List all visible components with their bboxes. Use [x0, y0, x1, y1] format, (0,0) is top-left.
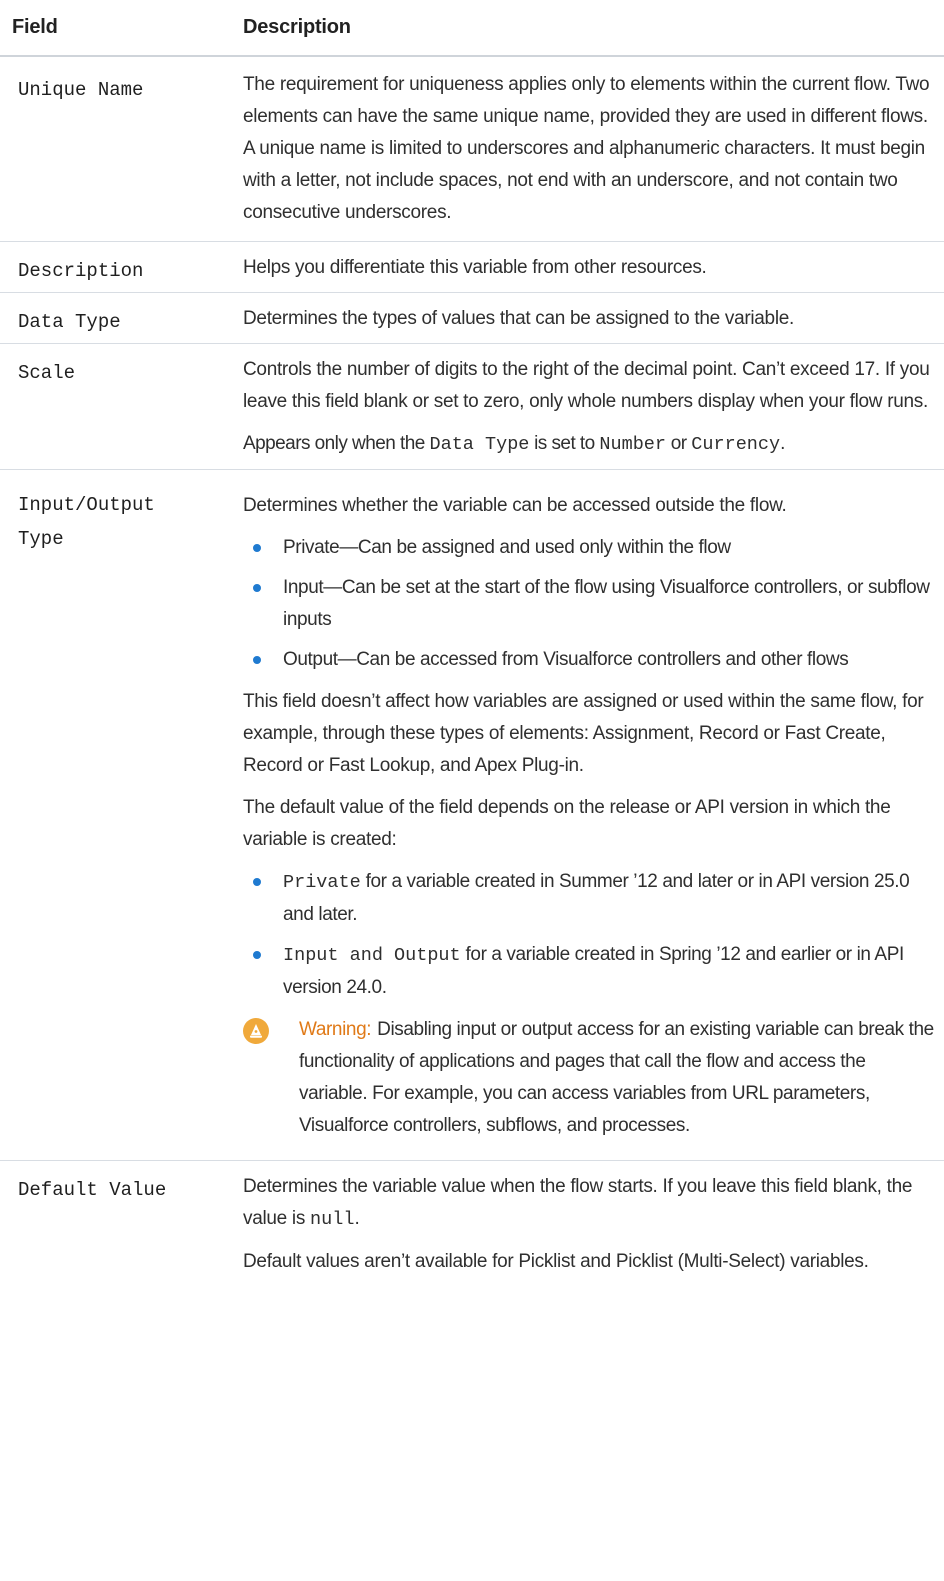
code-text: Private: [283, 872, 361, 893]
code-text: Data Type: [429, 434, 530, 455]
field-name: Data Type: [0, 292, 235, 344]
field-description: Controls the number of digits to the rig…: [235, 343, 944, 470]
bullet-icon: [253, 656, 261, 664]
defaults-bullet-list: Private for a variable created in Summer…: [243, 866, 936, 1004]
bullet-icon: [253, 951, 261, 959]
table-row: Unique Name The requirement for uniquene…: [0, 56, 944, 242]
description-text: Controls the number of digits to the rig…: [243, 359, 930, 412]
field-description: Determines the types of values that can …: [235, 292, 944, 344]
warning-icon: [243, 1018, 269, 1044]
text-run: .: [780, 433, 785, 454]
list-item: Private for a variable created in Summer…: [243, 866, 936, 931]
field-name: Description: [0, 241, 235, 293]
table-row: Data Type Determines the types of values…: [0, 292, 944, 344]
text-run: is set to: [529, 433, 600, 454]
field-description: Helps you differentiate this variable fr…: [235, 241, 944, 293]
description-text: Determines the types of values that can …: [243, 308, 794, 329]
fields-table: Field Description Unique Name The requir…: [0, 0, 944, 1298]
code-text: Number: [599, 434, 667, 455]
bullet-icon: [253, 878, 261, 886]
field-description: Determines whether the variable can be a…: [235, 469, 944, 1161]
description-text: The default value of the field depends o…: [243, 797, 891, 850]
code-text: Currency: [691, 434, 781, 455]
description-text: Appears only when the Data Type is set t…: [243, 428, 936, 461]
code-text: Input and Output: [283, 945, 461, 966]
description-text: Default values aren’t available for Pick…: [243, 1251, 869, 1272]
warning-text: Warning: Disabling input or output access…: [299, 1014, 936, 1142]
warning-label: Warning:: [299, 1019, 372, 1040]
field-name: Unique Name: [0, 56, 235, 242]
list-item: Input—Can be set at the start of the flo…: [243, 572, 936, 636]
text-run: .: [354, 1208, 360, 1229]
list-item-text: Output—Can be accessed from Visualforce …: [283, 649, 849, 670]
document-page: Field Description Unique Name The requir…: [0, 0, 944, 1581]
field-name: Scale: [0, 343, 235, 470]
table-header-row: Field Description: [0, 0, 944, 57]
table-row: Scale Controls the number of digits to t…: [0, 343, 944, 470]
list-item-text: for a variable created in Summer ’12 and…: [283, 871, 910, 925]
field-name: Input/Output Type: [0, 469, 235, 1161]
description-text: This field doesn’t affect how variables …: [243, 691, 924, 776]
table-row: Default Value Determines the variable va…: [0, 1161, 944, 1299]
table-row: Input/Output Type Determines whether the…: [0, 469, 944, 1161]
list-item-text: Private—Can be assigned and used only wi…: [283, 537, 731, 558]
description-text: The requirement for uniqueness applies o…: [243, 74, 930, 223]
list-item: Output—Can be accessed from Visualforce …: [243, 644, 936, 676]
code-text: null: [310, 1209, 355, 1230]
list-item: Private—Can be assigned and used only wi…: [243, 532, 936, 564]
description-text: Helps you differentiate this variable fr…: [243, 257, 707, 278]
table-row: Description Helps you differentiate this…: [0, 241, 944, 293]
bullet-icon: [253, 544, 261, 552]
description-text: Determines whether the variable can be a…: [243, 495, 787, 516]
field-column-header: Field: [0, 0, 235, 57]
description-text: Determines the variable value when the f…: [243, 1171, 936, 1236]
list-item: Input and Output for a variable created …: [243, 939, 936, 1004]
text-run: Disabling input or output access for an …: [299, 1019, 934, 1136]
field-description: The requirement for uniqueness applies o…: [235, 56, 944, 242]
field-name: Default Value: [18, 1179, 167, 1201]
list-item-text: Input—Can be set at the start of the flo…: [283, 577, 930, 630]
text-run: Appears only when the: [243, 433, 430, 454]
text-run: or: [666, 433, 692, 454]
field-description: Determines the variable value when the f…: [235, 1161, 944, 1299]
warning-callout: Warning: Disabling input or output access…: [243, 1014, 936, 1142]
bullet-icon: [253, 584, 261, 592]
access-bullet-list: Private—Can be assigned and used only wi…: [243, 532, 936, 676]
description-column-header: Description: [235, 0, 944, 57]
